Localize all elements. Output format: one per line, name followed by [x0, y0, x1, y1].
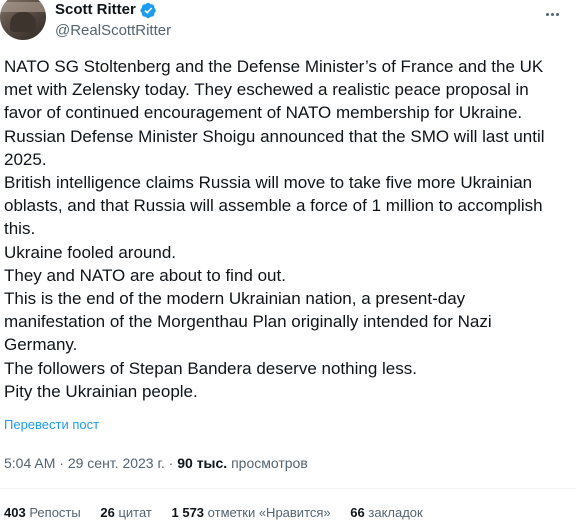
timestamp-time[interactable]: 5:04 AM	[4, 455, 55, 471]
views-label: просмотров	[231, 455, 308, 471]
meta-separator: ·	[164, 455, 178, 471]
bookmarks-label: закладок	[368, 505, 423, 520]
dot	[550, 12, 554, 16]
tweet-paragraph: They and NATO are about to find out.	[4, 265, 286, 285]
likes-count: 1 573	[171, 505, 205, 520]
quotes-count: 26	[100, 505, 115, 520]
tweet-paragraph: NATO SG Stoltenberg and the Defense Mini…	[4, 57, 544, 123]
more-horizontal-icon[interactable]	[542, 4, 562, 24]
tweet-paragraph: Pity the Ukrainian people.	[4, 381, 198, 401]
views-count: 90 тыс.	[177, 455, 228, 471]
quotes-label: цитат	[118, 505, 152, 520]
avatar[interactable]	[0, 0, 46, 40]
stat-quotes[interactable]: 26 цитат	[100, 505, 152, 521]
tweet: Scott Ritter @RealScottRitter NATO SG St…	[0, 0, 576, 528]
name-row: Scott Ritter	[55, 0, 157, 20]
stat-likes[interactable]: 1 573 отметки «Нравится»	[172, 505, 331, 521]
tweet-paragraph: Ukraine fooled around.	[4, 242, 177, 262]
dot	[555, 12, 559, 16]
stat-reposts[interactable]: 403 Репосты	[4, 505, 81, 521]
stat-bookmarks[interactable]: 66 закладок	[350, 505, 422, 521]
translate-link[interactable]: Перевести пост	[4, 417, 99, 433]
timestamp-date[interactable]: 29 сент. 2023 г.	[68, 455, 165, 471]
tweet-paragraph: The followers of Stepan Bandera deserve …	[4, 358, 417, 378]
tweet-paragraph: This is the end of the modern Ukrainian …	[4, 289, 492, 355]
tweet-header: Scott Ritter @RealScottRitter	[0, 0, 576, 52]
avatar-figure	[10, 12, 36, 32]
avatar-band	[0, 2, 46, 12]
handle[interactable]: @RealScottRitter	[55, 21, 171, 41]
engagement-stats: 403 Репосты 26 цитат 1 573 отметки «Нрав…	[4, 505, 423, 521]
reposts-count: 403	[4, 505, 26, 520]
divider	[0, 488, 576, 489]
meta-separator: ·	[55, 455, 68, 471]
bookmarks-count: 66	[350, 505, 365, 520]
display-name[interactable]: Scott Ritter	[55, 0, 136, 20]
more-dots	[545, 12, 559, 16]
reposts-label: Репосты	[29, 505, 81, 520]
tweet-paragraph: Russian Defense Minister Shoigu announce…	[4, 126, 545, 169]
tweet-text: NATO SG Stoltenberg and the Defense Mini…	[4, 55, 564, 403]
verified-badge-icon	[140, 2, 156, 18]
dot	[545, 12, 549, 16]
tweet-paragraph: British intelligence claims Russia will …	[4, 173, 543, 239]
likes-label: отметки «Нравится»	[207, 505, 331, 520]
tweet-meta: 5:04 AM · 29 сент. 2023 г. · 90 тыс. про…	[4, 454, 308, 472]
